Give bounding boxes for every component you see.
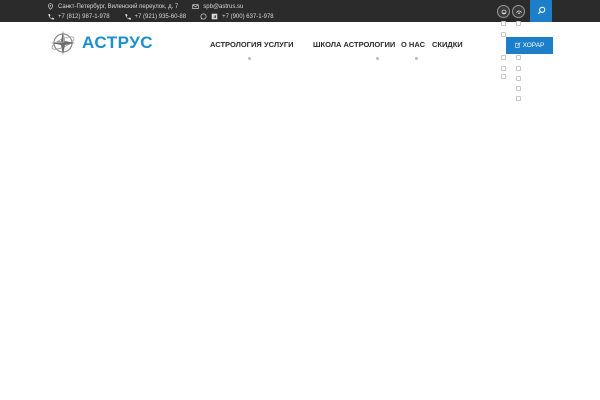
- telegram-icon[interactable]: [211, 13, 218, 20]
- nav-item-discounts[interactable]: СКИДКИ: [432, 40, 463, 52]
- phone-icon: [124, 13, 131, 20]
- side-icon: [501, 55, 506, 60]
- search-button[interactable]: [530, 0, 552, 22]
- submenu-indicator-icon: [376, 57, 379, 60]
- social-button-1[interactable]: [497, 5, 510, 18]
- phone-link-2[interactable]: +7 (921) 935-60-88: [135, 14, 187, 20]
- social-icon: [500, 3, 508, 21]
- address-text: Санкт-Петербург, Виленский переулок, д. …: [58, 3, 179, 10]
- nav-item-astrology[interactable]: АСТРОЛОГИЯ: [210, 40, 262, 52]
- logo-text: АСТРУС: [82, 33, 154, 52]
- social-icon: [515, 3, 523, 21]
- side-icon: [516, 21, 521, 26]
- side-icon: [516, 86, 521, 91]
- phone-icon: [47, 13, 54, 20]
- side-icon: [501, 32, 506, 37]
- edit-icon: [514, 41, 521, 50]
- phone-link-3[interactable]: +7 (900) 637-1-978: [222, 14, 274, 20]
- email-link[interactable]: spb@astrus.su: [203, 4, 243, 10]
- topbar-phones-row: +7 (812) 987-1-978 +7 (921) 935-60-88 +7…: [47, 12, 274, 21]
- side-icon: [516, 55, 521, 60]
- side-icon: [501, 74, 506, 79]
- location-icon: [47, 3, 54, 10]
- social-button-2[interactable]: [512, 5, 525, 18]
- nav-item-about[interactable]: О НАС: [401, 40, 425, 52]
- top-bar: Санкт-Петербург, Виленский переулок, д. …: [0, 0, 600, 22]
- whatsapp-icon[interactable]: [200, 13, 207, 20]
- side-icon: [516, 96, 521, 101]
- side-icon: [501, 21, 506, 26]
- side-icon: [501, 66, 506, 71]
- topbar-contacts-row: Санкт-Петербург, Виленский переулок, д. …: [47, 2, 243, 11]
- nav-item-school[interactable]: ШКОЛА АСТРОЛОГИИ: [313, 40, 395, 52]
- logo[interactable]: АСТРУС: [48, 28, 153, 58]
- horar-button[interactable]: ХОРАР: [506, 37, 553, 54]
- submenu-indicator-icon: [415, 57, 418, 60]
- horar-button-label: ХОРАР: [522, 42, 545, 49]
- phone-link-1[interactable]: +7 (812) 987-1-978: [58, 14, 110, 20]
- search-icon: [537, 2, 546, 20]
- side-icon: [516, 66, 521, 71]
- mail-icon: [192, 3, 199, 10]
- side-icon: [516, 76, 521, 81]
- nav-item-services[interactable]: УСЛУГИ: [264, 40, 293, 52]
- logo-emblem-icon: [48, 28, 78, 58]
- submenu-indicator-icon: [248, 57, 251, 60]
